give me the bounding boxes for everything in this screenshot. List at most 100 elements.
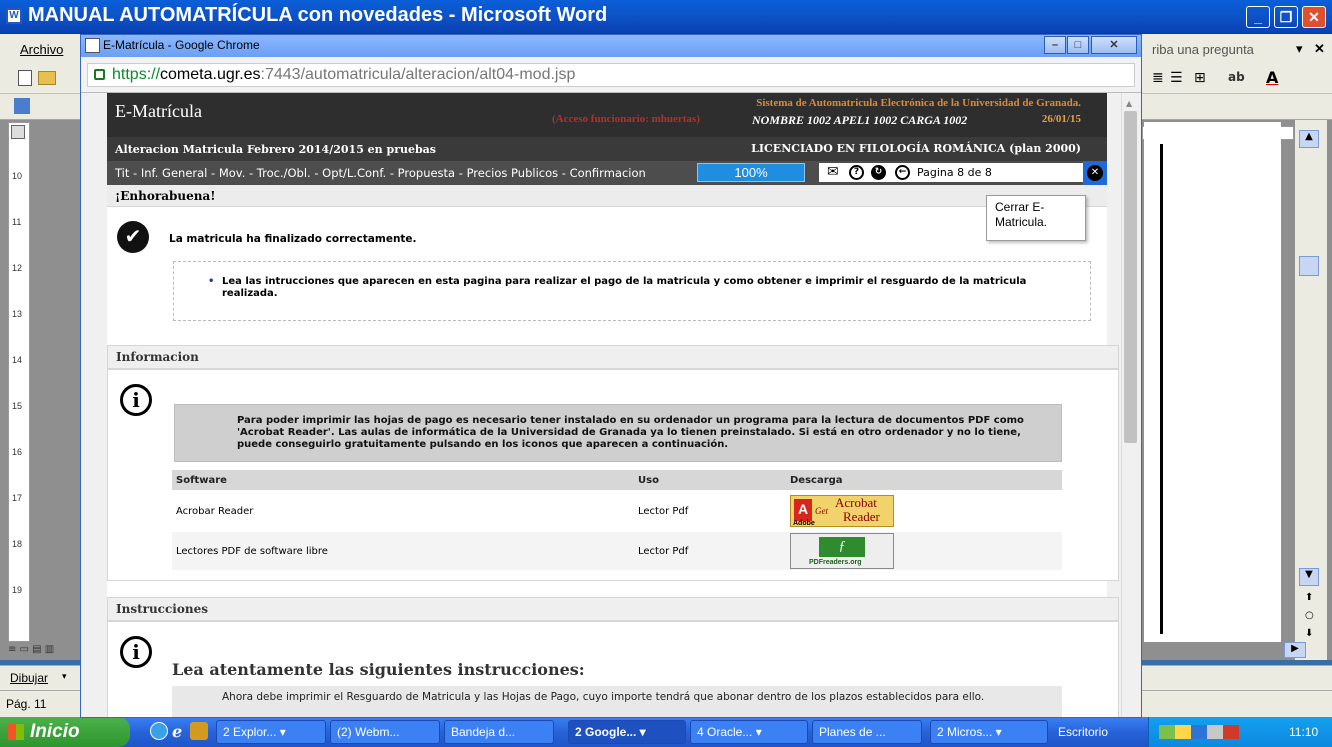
font-color-icon[interactable]: A [1266,68,1278,87]
view-buttons[interactable]: ≡ ▭ ▤ ▥ [8,644,78,658]
minimize-button[interactable]: _ [1246,6,1270,28]
ruler-number: 12 [12,263,23,273]
task-oracle[interactable]: 4 Oracle... ▾ [690,720,808,744]
word-app-icon: W [6,8,22,24]
table-row: Lectores PDF de software libre Lector Pd… [172,532,1062,570]
close-doc-icon[interactable]: ✕ [1314,41,1325,57]
mail-icon[interactable]: ✉ [827,164,839,180]
congrats-header: ¡Enhorabuena! [107,185,1107,207]
bullet-icon: • [208,276,215,287]
instructions-heading: Lea atentamente las siguientes instrucci… [172,660,585,679]
quicklaunch-browser-icon[interactable]: ℯ [172,722,182,741]
close-ematricula-button[interactable]: ✕ [1083,161,1107,185]
back-icon[interactable]: ← [895,165,910,180]
open-folder-icon[interactable] [38,71,56,85]
scroll-up-icon[interactable]: ▲ [1126,99,1132,108]
software-table: Software Uso Descarga Acrobar Reader Lec… [172,470,1062,570]
badge-reader: Reader [843,509,880,524]
chrome-minimize-button[interactable]: – [1044,36,1066,54]
chrome-favicon-icon [85,38,100,53]
col-software: Software [172,470,634,490]
help-icon[interactable]: ? [849,165,864,180]
badge-acrobat: Acrobat [835,495,877,510]
info-title: Informacion [116,350,199,364]
windows-flag-icon [8,724,24,740]
task-explorer[interactable]: 2 Explor... ▾ [216,720,326,744]
toolbar-icon[interactable] [14,98,30,114]
site-header: E-Matrícula Sistema de Automatricula Ele… [107,93,1107,137]
scroll-thumb[interactable] [1124,111,1137,443]
task-word[interactable]: 2 Micros... ▾ [930,720,1048,744]
scroll-up-icon[interactable]: ▲ [1299,130,1319,148]
system-name: Sistema de Automatricula Electrónica de … [756,97,1081,109]
document-page [1144,122,1281,642]
task-bandeja[interactable]: Bandeja d... [444,720,554,744]
tab-stop-icon[interactable] [11,125,25,139]
task-webmail[interactable]: (2) Webm... [330,720,440,744]
pdfreaders-button[interactable]: ƒ PDFreaders.org [790,533,894,569]
ruler-number: 19 [12,585,23,595]
info-icon: i [120,384,152,416]
address-bar[interactable]: https://cometa.ugr.es:7443/automatricula… [87,63,1135,87]
maximize-button[interactable]: ❐ [1274,6,1298,28]
header-date: 26/01/15 [1041,113,1081,125]
scroll-down-icon[interactable]: ▼ [1299,568,1319,586]
task-label: Planes de ... [819,725,886,739]
info-box: i Para poder imprimir las hojas de pago … [107,369,1119,581]
col-descarga: Descarga [786,470,1062,490]
ruler-number: 16 [12,447,23,457]
system-tray: 11:10 [1148,717,1332,747]
list-icon[interactable]: ☰ [1170,70,1183,86]
menu-archivo[interactable]: Archivo [20,42,63,57]
draw-menu[interactable]: Dibujar [10,671,48,685]
adobe-logo-icon: A [794,499,812,521]
tray-icons[interactable] [1159,725,1239,739]
info-icon: i [120,636,152,668]
scroll-thumb[interactable] [1299,256,1319,276]
chrome-close-button[interactable]: ✕ [1091,36,1137,54]
word-vertical-scrollbar[interactable]: ▲ ▼ ⬆ ○ ⬇ [1295,120,1327,660]
task-label: Bandeja d... [451,725,516,739]
page-margin-line [1160,144,1163,634]
next-page-icon[interactable]: ⬇ [1305,628,1313,639]
badge-adobe: Adobe [793,520,815,527]
draw-dropdown-icon[interactable]: ▾ [62,671,67,682]
start-button[interactable]: Inicio [0,717,130,747]
task-label: 4 Oracle... [697,725,753,739]
new-doc-icon[interactable] [18,70,32,86]
border-icon[interactable]: ⊞ [1194,70,1206,86]
page-indicator: Pagina 8 de 8 [917,166,992,179]
close-circle-icon: ✕ [1087,165,1103,181]
highlight-icon[interactable]: ab [1228,70,1245,84]
reload-icon[interactable]: ↻ [871,165,886,180]
task-planes[interactable]: Planes de ... [812,720,922,744]
help-search-box[interactable]: riba una pregunta [1152,42,1254,57]
ruler-number: 15 [12,401,23,411]
chrome-vertical-scrollbar[interactable]: ▲ [1121,93,1139,717]
quicklaunch-ie-icon[interactable] [150,722,168,740]
task-label: 2 Google... [575,725,637,739]
prev-page-icon[interactable]: ⬆ [1305,592,1313,603]
task-google-chrome[interactable]: 2 Google... ▾ [568,720,686,744]
align-icon[interactable]: ≣ [1152,70,1164,86]
help-dropdown-icon[interactable]: ▾ [1296,41,1303,57]
scroll-right-icon[interactable]: ▶ [1284,642,1306,658]
download-cell: A Get Acrobat Reader Adobe [786,490,1062,532]
quicklaunch-app-icon[interactable] [190,722,208,740]
close-button[interactable]: ✕ [1302,6,1326,28]
instructions-body: Ahora debe imprimir el Resguardo de Matr… [222,691,985,703]
instructions-header: Instrucciones [107,597,1119,621]
url-path: :7443/automatricula/alteracion/alt04-mod… [260,66,576,83]
chrome-maximize-button[interactable]: □ [1067,36,1089,54]
browse-object-icon[interactable]: ○ [1305,610,1314,621]
start-label: Inicio [30,721,80,742]
software-use: Lector Pdf [634,490,786,532]
desktop-toolbar[interactable]: Escritorio [1058,725,1108,739]
lock-icon [94,69,105,80]
steps-breadcrumb[interactable]: Tit - Inf. General - Mov. - Troc./Obl. -… [115,166,646,180]
address-bar-area: https://cometa.ugr.es:7443/automatricula… [81,57,1141,93]
get-acrobat-reader-button[interactable]: A Get Acrobat Reader Adobe [790,495,894,527]
tooltip-text: Cerrar E-Matricula. [995,200,1048,229]
subtitle-bar: Alteracion Matricula Febrero 2014/2015 e… [107,137,1107,161]
procedure-title: Alteracion Matricula Febrero 2014/2015 e… [115,143,436,156]
